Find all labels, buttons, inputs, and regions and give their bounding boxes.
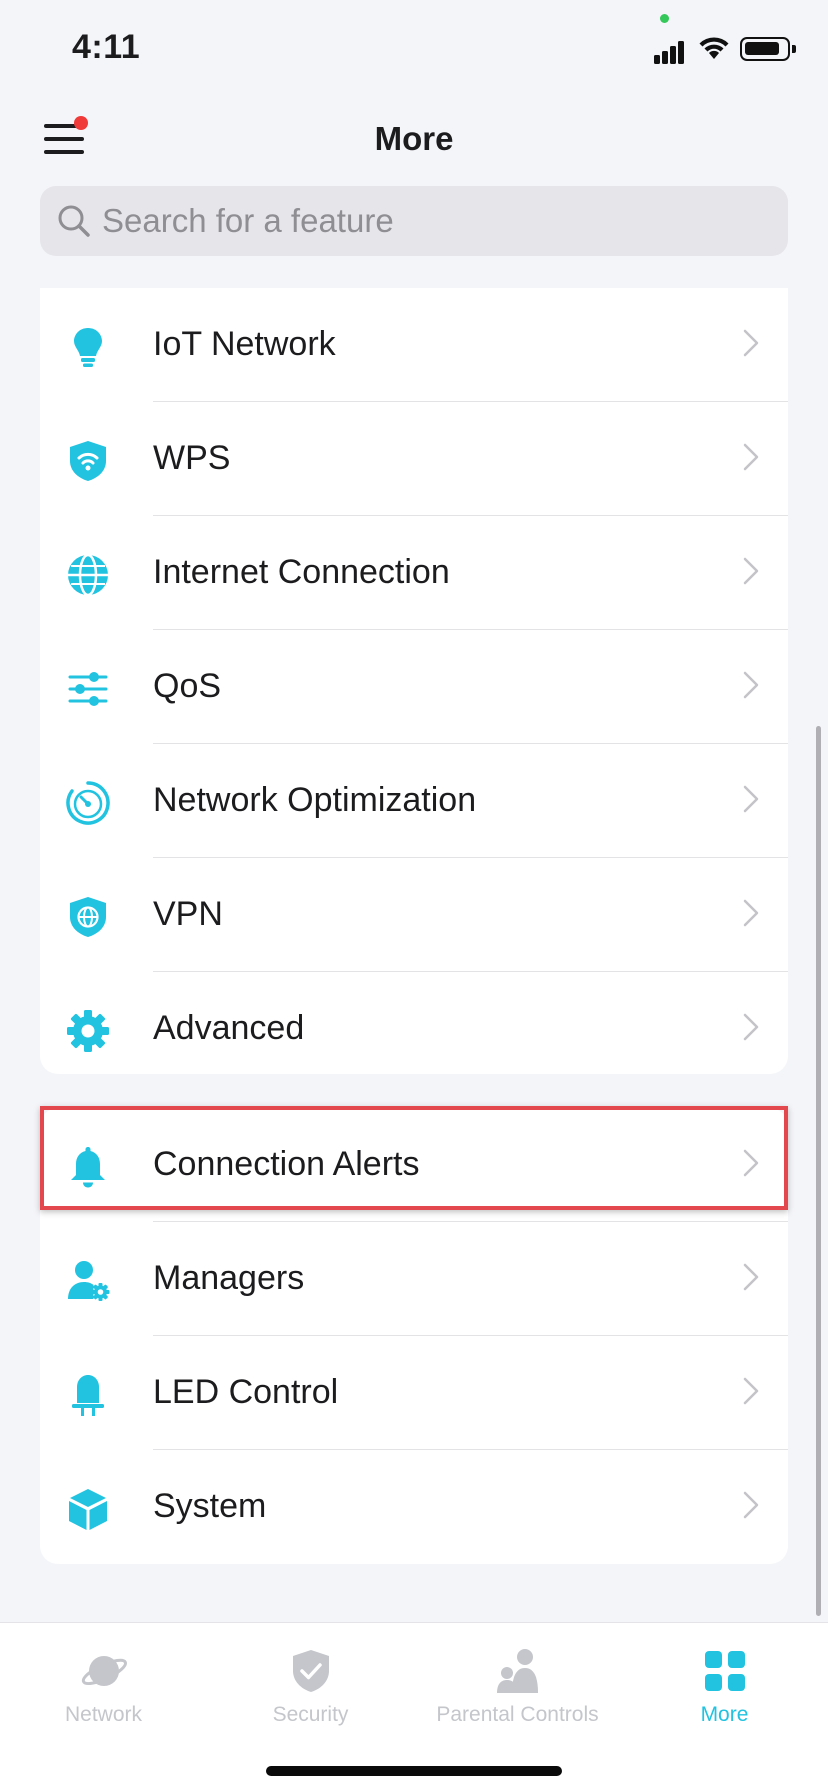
menu-item-connection-alerts[interactable]: Connection Alerts <box>40 1108 788 1222</box>
cellular-signal-icon <box>654 32 690 64</box>
menu-item-label: Network Optimization <box>153 781 477 819</box>
menu-item-led-control[interactable]: LED Control <box>40 1336 788 1450</box>
chevron-right-icon <box>743 1377 759 1405</box>
menu-item-advanced[interactable]: Advanced <box>40 972 788 1074</box>
menu-item-label: Connection Alerts <box>153 1145 420 1183</box>
features-card-primary: IoT Network WPS Internet Connection QoS … <box>40 288 788 1074</box>
home-indicator[interactable] <box>266 1766 562 1776</box>
family-icon <box>496 1649 538 1693</box>
wifi-shield-icon <box>70 441 106 481</box>
tab-label: Parental Controls <box>436 1703 599 1726</box>
chevron-right-icon <box>743 1013 759 1041</box>
menu-item-label: WPS <box>153 439 231 477</box>
page-title: More <box>374 120 454 157</box>
privacy-indicator-dot <box>660 14 669 23</box>
tab-label: More <box>700 1703 749 1726</box>
chevron-right-icon <box>743 1263 759 1291</box>
gear-icon <box>67 1010 109 1052</box>
grid-icon <box>704 1651 745 1691</box>
sliders-icon <box>68 672 108 706</box>
menu-item-label: Advanced <box>153 1009 305 1047</box>
globe-shield-icon <box>70 897 106 937</box>
menu-item-internet-connection[interactable]: Internet Connection <box>40 516 788 630</box>
menu-item-system[interactable]: System <box>40 1450 788 1564</box>
chevron-right-icon <box>743 1491 759 1519</box>
scrollbar[interactable] <box>816 726 821 1616</box>
chevron-right-icon <box>743 443 759 471</box>
tab-security[interactable]: Security <box>207 1647 414 1727</box>
menu-item-wps[interactable]: WPS <box>40 402 788 516</box>
menu-item-iot-network[interactable]: IoT Network <box>40 288 788 402</box>
menu-item-managers[interactable]: Managers <box>40 1222 788 1336</box>
menu-item-label: Internet Connection <box>153 553 450 591</box>
chevron-right-icon <box>743 557 759 585</box>
status-bar: 4:11 <box>0 0 828 100</box>
menu-item-vpn[interactable]: VPN <box>40 858 788 972</box>
chevron-right-icon <box>743 899 759 927</box>
chevron-right-icon <box>743 329 759 357</box>
menu-item-label: QoS <box>153 667 222 705</box>
bulb-icon <box>74 328 102 367</box>
tab-network[interactable]: Network <box>0 1647 207 1727</box>
search-input[interactable] <box>102 186 772 256</box>
tab-parental-controls[interactable]: Parental Controls <box>414 1647 621 1727</box>
menu-item-label: System <box>153 1487 267 1525</box>
menu-item-network-optimization[interactable]: Network Optimization <box>40 744 788 858</box>
user-gear-icon <box>68 1261 110 1301</box>
search-bar[interactable] <box>40 186 788 256</box>
wifi-icon <box>699 37 729 59</box>
chevron-right-icon <box>743 1149 759 1177</box>
menu-item-label: IoT Network <box>153 325 336 363</box>
speed-gauge-icon <box>66 781 110 825</box>
status-time: 4:11 <box>72 28 141 66</box>
chevron-right-icon <box>743 671 759 699</box>
bell-icon <box>71 1147 105 1188</box>
tab-more[interactable]: More <box>621 1647 828 1727</box>
menu-item-label: Managers <box>153 1259 305 1297</box>
globe-icon <box>68 553 108 597</box>
chevron-right-icon <box>743 785 759 813</box>
tab-label: Network <box>64 1703 143 1726</box>
features-card-secondary: Connection Alerts Managers LED Control S… <box>40 1108 788 1564</box>
search-icon <box>58 205 90 237</box>
battery-icon <box>740 37 796 61</box>
shield-check-icon <box>292 1650 329 1692</box>
menu-item-qos[interactable]: QoS <box>40 630 788 744</box>
menu-item-label: VPN <box>153 895 223 933</box>
led-icon <box>72 1375 104 1416</box>
cube-icon <box>69 1489 107 1530</box>
menu-item-label: LED Control <box>153 1373 339 1411</box>
planet-icon <box>81 1656 127 1686</box>
tab-label: Security <box>272 1703 349 1726</box>
